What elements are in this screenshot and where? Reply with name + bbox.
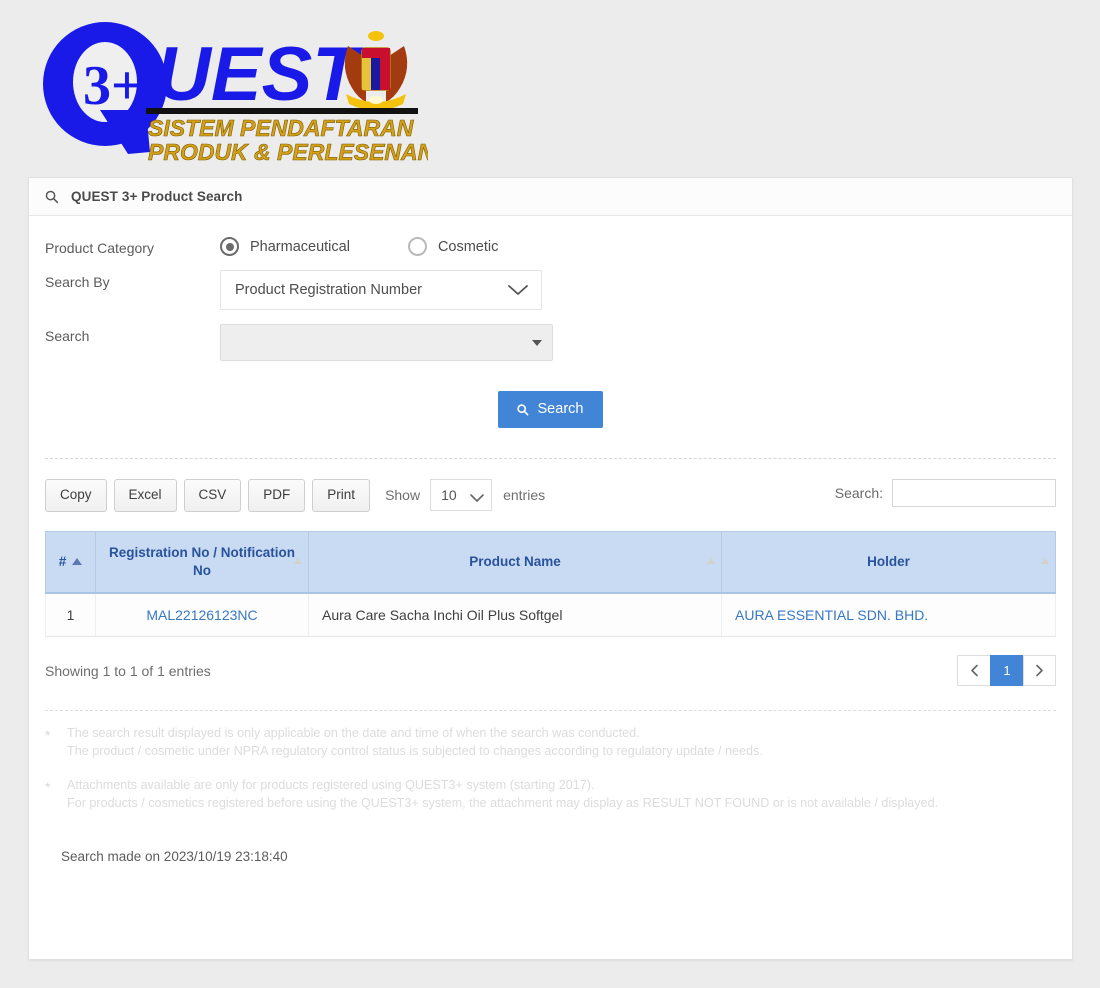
form-row-search-by: Search By Product Registration Number — [45, 270, 1056, 310]
note-block-1: * The search result displayed is only ap… — [45, 725, 1056, 761]
form-row-category: Product Category Pharmaceutical Cosmetic — [45, 236, 1056, 256]
show-label: Show — [385, 487, 421, 504]
quest-logo-graphic: 3+ UEST SISTEM PENDAFTARAN PRODUK & PERL… — [43, 22, 428, 165]
search-button[interactable]: Search — [497, 391, 604, 428]
radio-indicator-pharmaceutical[interactable] — [220, 237, 239, 256]
logo-word-uest: UEST — [156, 32, 364, 117]
sort-icon — [294, 558, 302, 565]
sort-icon — [707, 558, 715, 565]
table-body: 1 MAL22126123NC Aura Care Sacha Inchi Oi… — [45, 592, 1056, 638]
logo-badge-text: 3+ — [83, 55, 143, 117]
table-search-label: Search: — [834, 485, 883, 501]
chevron-down-icon — [469, 490, 485, 503]
search-term-select2[interactable] — [220, 324, 553, 361]
search-field-label: Search — [45, 328, 90, 344]
export-excel-button[interactable]: Excel — [113, 479, 177, 512]
table-search-input[interactable] — [892, 479, 1056, 507]
radio-label-cosmetic: Cosmetic — [437, 238, 499, 255]
column-header-registration-no[interactable]: Registration No / Notification No — [95, 530, 309, 595]
chevron-left-icon — [970, 664, 979, 677]
column-header-index[interactable]: # — [45, 530, 96, 595]
export-csv-button[interactable]: CSV — [183, 479, 242, 512]
export-pdf-button[interactable]: PDF — [248, 479, 306, 512]
note-line: The search result displayed is only appl… — [67, 726, 640, 741]
column-header-product-name[interactable]: Product Name — [308, 530, 722, 595]
radio-label-pharmaceutical: Pharmaceutical — [250, 238, 350, 255]
radio-option-pharmaceutical[interactable]: Pharmaceutical — [220, 237, 350, 256]
registration-no-link[interactable]: MAL22126123NC — [146, 607, 257, 623]
radio-indicator-cosmetic[interactable] — [407, 237, 427, 256]
pagination-page-1[interactable]: 1 — [990, 655, 1023, 687]
datatable-length-control: Show 10 entries — [385, 479, 546, 512]
export-copy-button[interactable]: Copy — [45, 479, 107, 512]
note-line: For products / cosmetics registered befo… — [67, 795, 939, 810]
pagination-previous-button[interactable] — [957, 655, 990, 687]
chevron-right-icon — [1035, 664, 1044, 677]
search-button-row: Search — [45, 391, 1056, 428]
table-head: # Registration No / Notification No Prod… — [45, 530, 1056, 595]
column-header-product-name-label: Product Name — [469, 553, 561, 569]
logo-tagline-1: SISTEM PENDAFTARAN — [148, 115, 414, 141]
note-lines-1: The search result displayed is only appl… — [67, 725, 763, 761]
product-search-form: Product Category Pharmaceutical Cosmetic… — [29, 216, 1072, 428]
note-block-2: * Attachments available are only for pro… — [45, 777, 1056, 813]
sort-ascending-icon — [72, 557, 83, 565]
datatable-filter: Search: — [835, 479, 1056, 507]
search-by-select[interactable]: Product Registration Number — [220, 270, 542, 310]
note-line: The product / cosmetic under NPRA regula… — [67, 744, 763, 759]
column-header-index-label: # — [58, 553, 67, 569]
note-marker: * — [45, 727, 51, 744]
disclaimer-notes: * The search result displayed is only ap… — [29, 711, 1072, 813]
datatable-footer: Showing 1 to 1 of 1 entries 1 — [29, 637, 1072, 687]
sort-icon — [1041, 558, 1049, 565]
search-icon — [516, 402, 530, 416]
product-category-label: Product Category — [45, 240, 154, 256]
pagination-next-button[interactable] — [1023, 655, 1056, 687]
main-content-card: QUEST 3+ Product Search Product Category… — [28, 177, 1073, 960]
datatable-controls: Copy Excel CSV PDF Print Show 10 entries… — [29, 459, 1072, 512]
cell-registration-no: MAL22126123NC — [95, 592, 309, 638]
export-print-button[interactable]: Print — [312, 479, 371, 512]
table-header-row: # Registration No / Notification No Prod… — [45, 530, 1056, 595]
column-header-holder-label: Holder — [867, 553, 910, 569]
search-timestamp: Search made on 2023/10/19 23:18:40 — [61, 848, 288, 864]
chevron-down-icon — [507, 283, 529, 297]
pagination: 1 — [957, 655, 1056, 687]
search-results-table: # Registration No / Notification No Prod… — [45, 530, 1056, 638]
note-lines-2: Attachments available are only for produ… — [67, 777, 938, 813]
form-row-search: Search — [45, 324, 1056, 361]
holder-link[interactable]: AURA ESSENTIAL SDN. BHD. — [735, 607, 928, 623]
radio-option-cosmetic[interactable]: Cosmetic — [407, 237, 499, 256]
datatable-info: Showing 1 to 1 of 1 entries — [45, 662, 211, 679]
cell-index: 1 — [45, 592, 96, 638]
card-header-title: QUEST 3+ Product Search — [71, 189, 243, 204]
site-logo: 3+ UEST SISTEM PENDAFTARAN PRODUK & PERL… — [28, 12, 428, 167]
cell-product-name: Aura Care Sacha Inchi Oil Plus Softgel — [308, 592, 722, 638]
search-by-label: Search By — [45, 274, 110, 290]
column-header-holder[interactable]: Holder — [721, 530, 1056, 595]
column-header-registration-no-label: Registration No / Notification No — [108, 544, 295, 579]
note-marker: * — [45, 779, 51, 796]
caret-down-icon — [532, 339, 542, 346]
search-term-value — [221, 325, 552, 334]
note-line: Attachments available are only for produ… — [67, 778, 595, 793]
entries-per-page-value: 10 — [441, 487, 457, 504]
cell-holder: AURA ESSENTIAL SDN. BHD. — [721, 592, 1056, 638]
search-by-selected-value: Product Registration Number — [235, 282, 422, 298]
entries-per-page-select[interactable]: 10 — [430, 479, 493, 512]
logo-tagline-2: PRODUK & PERLESENAN — [148, 139, 428, 165]
entries-label: entries — [503, 487, 546, 504]
search-icon — [43, 189, 59, 205]
search-button-label: Search — [537, 401, 584, 417]
card-header: QUEST 3+ Product Search — [29, 178, 1072, 216]
table-row: 1 MAL22126123NC Aura Care Sacha Inchi Oi… — [45, 592, 1056, 638]
product-category-radio-group: Pharmaceutical Cosmetic — [220, 236, 556, 256]
